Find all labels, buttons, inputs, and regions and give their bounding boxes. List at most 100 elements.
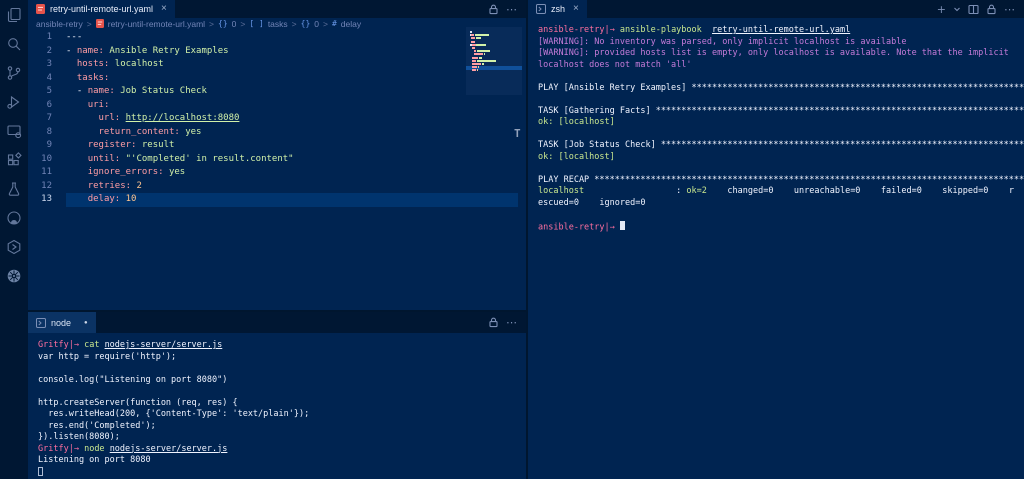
tab-label: retry-until-remote-url.yaml	[50, 4, 154, 14]
activity-bar	[0, 0, 28, 479]
code-editor[interactable]: 1 --- 2- name: Ansible Retry Examples 3 hos…	[28, 29, 526, 207]
terminal-line: ansible-retry|→ ansible-playbook retry-u…	[538, 25, 851, 35]
terminal-line	[38, 466, 526, 479]
zsh-terminal-output[interactable]: ansible-retry|→ ansible-playbook retry-u…	[528, 18, 1024, 232]
extensions-icon[interactable]	[6, 151, 23, 168]
code-line: 4 tasks:	[46, 72, 110, 83]
testing-flask-icon[interactable]	[6, 180, 23, 197]
activity-dot: ●	[84, 319, 88, 326]
terminal-icon	[36, 317, 46, 328]
minimap[interactable]	[470, 31, 520, 72]
chevron-down-icon[interactable]	[953, 5, 961, 13]
breadcrumb-item[interactable]: retry-until-remote-url.yaml	[108, 19, 205, 29]
terminal-line: localhost : ok=2 changed=0 unreachable=0…	[538, 186, 1014, 196]
search-icon[interactable]	[6, 35, 23, 52]
breadcrumb-item[interactable]: tasks	[268, 19, 288, 29]
remote-explorer-icon[interactable]	[6, 122, 23, 139]
breadcrumb-item[interactable]: 0	[232, 19, 237, 29]
tab-label: node	[51, 317, 72, 328]
symbol-icon: {}	[218, 19, 228, 28]
minimap-row	[470, 53, 520, 56]
symbol-icon: [ ]	[249, 19, 264, 28]
tab-label: zsh	[551, 4, 566, 14]
terminal-line: ansible-retry|→	[538, 220, 1024, 232]
terminal-line: http.createServer(function (req, res) {	[38, 397, 238, 408]
lock-icon[interactable]	[986, 4, 997, 15]
github-icon[interactable]	[6, 209, 23, 226]
editor-actions: ⋯	[488, 0, 526, 18]
terminal-line: }).listen(8080);	[38, 432, 120, 442]
terminal-line: [WARNING]: No inventory was parsed, only…	[538, 36, 907, 47]
source-control-icon[interactable]	[6, 64, 23, 81]
kubernetes-icon[interactable]	[6, 267, 23, 284]
bottom-panel-actions: ⋯	[488, 312, 526, 333]
tab-terminal-zsh[interactable]: zsh ×	[528, 0, 587, 18]
tab-retry-until-remote-url-yaml[interactable]: retry-until-remote-url.yaml ×	[28, 0, 175, 18]
terminal-line: TASK [Gathering Facts] *****************…	[538, 105, 1024, 116]
text-cursor-pointer: T	[514, 127, 521, 140]
terminal-line: escued=0 ignored=0	[538, 197, 646, 208]
new-terminal-icon[interactable]: +	[937, 3, 946, 16]
code-line: 6 uri:	[46, 99, 110, 110]
code-line: 8 return_content: yes	[46, 126, 202, 137]
terminal-actions: + ⋯	[937, 0, 1024, 18]
breadcrumb-item[interactable]: delay	[341, 19, 361, 29]
close-icon[interactable]: ×	[573, 4, 579, 14]
yaml-file-icon	[95, 19, 104, 28]
more-actions-icon[interactable]: ⋯	[506, 316, 517, 329]
terminal-line: res.writeHead(200, {'Content-Type': 'tex…	[38, 409, 310, 419]
minimap-row	[470, 34, 520, 37]
minimap-row	[470, 43, 520, 46]
symbol-icon: #	[331, 19, 337, 28]
code-line: 10 until: "'Completed' in result.content…	[41, 153, 294, 164]
yaml-file-icon	[36, 4, 45, 14]
lock-icon[interactable]	[488, 4, 499, 15]
code-line: 11 ignore_errors: yes	[41, 167, 186, 177]
code-line: 2- name: Ansible Retry Examples	[46, 45, 229, 56]
terminal-icon	[536, 4, 546, 14]
minimap-row	[470, 66, 520, 69]
minimap-row	[470, 69, 520, 72]
breadcrumb-item[interactable]: 0	[314, 19, 319, 29]
breadcrumb-item[interactable]: ansible-retry	[36, 19, 83, 29]
minimap-row	[470, 31, 520, 33]
minimap-row	[470, 50, 520, 53]
tab-terminal-node[interactable]: node ●	[28, 312, 96, 333]
terminal-line: PLAY RECAP *****************************…	[538, 174, 1024, 185]
code-line: 12 retries: 2	[41, 180, 142, 191]
terminal-line: TASK [Job Status Check] ****************…	[538, 140, 1024, 150]
terminal-line: ok: [localhost]	[538, 117, 615, 127]
hexagon-extension-icon[interactable]	[6, 238, 23, 255]
explorer-icon[interactable]	[6, 6, 23, 23]
more-actions-icon[interactable]: ⋯	[506, 3, 517, 16]
code-line: 7 url: http://localhost:8080	[46, 113, 240, 123]
terminal-line: [WARNING]: provided hosts list is empty,…	[538, 48, 1009, 58]
split-editor-icon[interactable]	[968, 4, 979, 15]
code-line: 3 hosts: localhost	[46, 59, 164, 69]
code-line: 1 ---	[46, 32, 83, 42]
editor-group: retry-until-remote-url.yaml × ⋯ ansible-…	[28, 0, 526, 310]
run-debug-icon[interactable]	[6, 93, 23, 110]
close-icon[interactable]: ×	[161, 4, 167, 14]
lock-icon[interactable]	[488, 317, 499, 328]
terminal-line: console.log("Listening on port 8080")	[38, 374, 228, 385]
terminal-line: ok: [localhost]	[538, 151, 615, 162]
node-terminal-output[interactable]: Gritfy|→ cat nodejs-server/server.js var …	[28, 333, 526, 478]
code-line: 13 delay: 10	[28, 193, 518, 207]
terminal-line: res.end('Completed');	[38, 420, 156, 431]
minimap-row	[470, 40, 520, 43]
minimap-row	[470, 37, 520, 40]
breadcrumb[interactable]: ansible-retry > retry-until-remote-url.yam…	[28, 18, 526, 29]
code-line: 9 register: result	[46, 140, 175, 150]
right-panel-tabbar: zsh × + ⋯	[528, 0, 1024, 18]
right-terminal-panel: zsh × + ⋯ ansible-retry|→ ansible-playbo…	[526, 0, 1024, 479]
terminal-line: PLAY [Ansible Retry Examples] **********…	[538, 82, 1024, 93]
terminal-line: Gritfy|→ cat nodejs-server/server.js	[38, 340, 223, 350]
code-line: 5 - name: Job Status Check	[46, 86, 207, 96]
more-actions-icon[interactable]: ⋯	[1004, 3, 1015, 16]
